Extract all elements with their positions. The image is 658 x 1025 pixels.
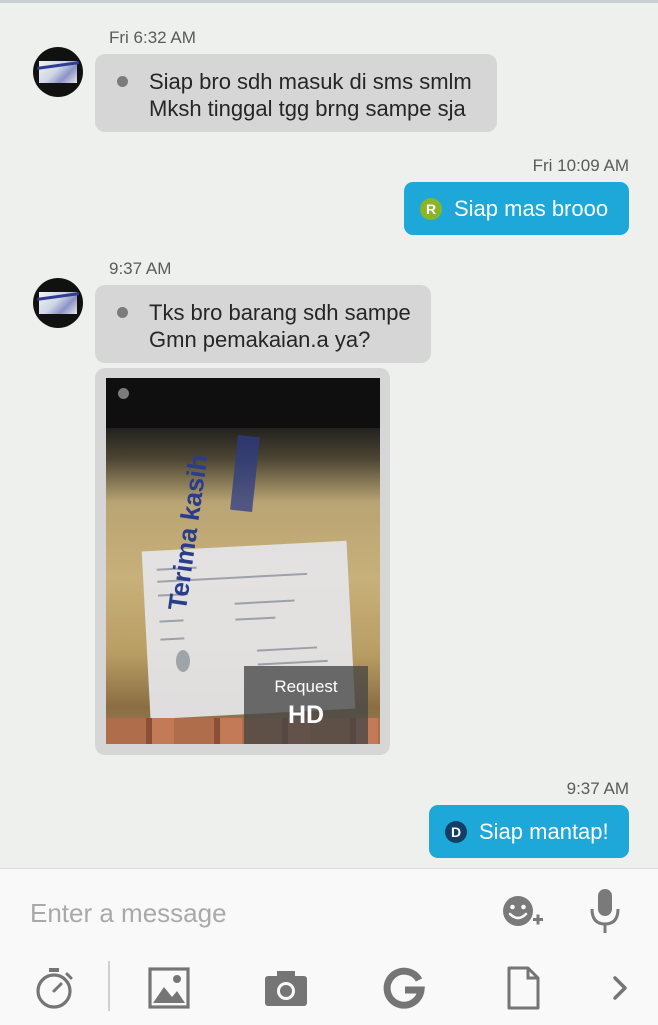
incoming-message-bubble[interactable]: Tks bro barang sdh sampe Gmn pemakaian.a…	[95, 285, 431, 363]
avatar[interactable]	[33, 278, 83, 328]
message-text: Siap mas brooo	[454, 195, 609, 221]
message-timestamp: 9:37 AM	[566, 779, 629, 798]
fabron-logo-icon	[176, 650, 190, 672]
timer-icon[interactable]	[31, 965, 77, 1011]
message-line: Siap bro sdh masuk di sms smlm	[149, 69, 472, 94]
read-receipt-badge: R	[420, 197, 442, 220]
message-line: Tks bro barang sdh sampe	[149, 300, 411, 325]
google-icon[interactable]	[381, 965, 427, 1011]
chevron-right-icon[interactable]	[600, 965, 646, 1011]
camera-icon[interactable]	[263, 965, 309, 1011]
unread-dot-icon	[117, 307, 128, 318]
message-timestamp: Fri 10:09 AM	[532, 156, 629, 175]
outgoing-message-bubble[interactable]: D Siap mantap!	[429, 805, 629, 858]
message-timestamp: 9:37 AM	[109, 259, 172, 278]
gallery-icon[interactable]	[146, 965, 192, 1011]
chat-history[interactable]: Fri 6:32 AM Siap bro sdh masuk di sms sm…	[0, 0, 658, 868]
request-hd-button[interactable]: Request HD	[244, 666, 368, 744]
microphone-icon[interactable]	[585, 887, 625, 937]
attachment-toolbar	[0, 955, 658, 1021]
message-timestamp: Fri 6:32 AM	[109, 28, 196, 47]
message-line: Mksh tinggal tgg brng sampe sja	[149, 96, 466, 121]
emoji-plus-icon[interactable]	[500, 891, 544, 935]
incoming-message-bubble[interactable]: Siap bro sdh masuk di sms smlm Mksh ting…	[95, 54, 497, 132]
read-receipt-badge: D	[445, 820, 467, 843]
avatar[interactable]	[33, 47, 83, 97]
file-icon[interactable]	[500, 965, 546, 1011]
unread-dot-icon	[118, 388, 129, 399]
message-line: Gmn pemakaian.a ya?	[149, 327, 371, 352]
unread-dot-icon	[117, 76, 128, 87]
toolbar-divider	[108, 961, 110, 1011]
photo-thumbnail[interactable]: Terima kasih Request HD	[106, 378, 380, 744]
image-message-bubble[interactable]: Terima kasih Request HD	[95, 368, 390, 755]
outgoing-message-bubble[interactable]: R Siap mas brooo	[404, 182, 629, 235]
message-text: Siap mantap!	[479, 818, 609, 844]
message-input[interactable]: Enter a message	[30, 893, 450, 933]
message-composer: Enter a message	[0, 868, 658, 1025]
